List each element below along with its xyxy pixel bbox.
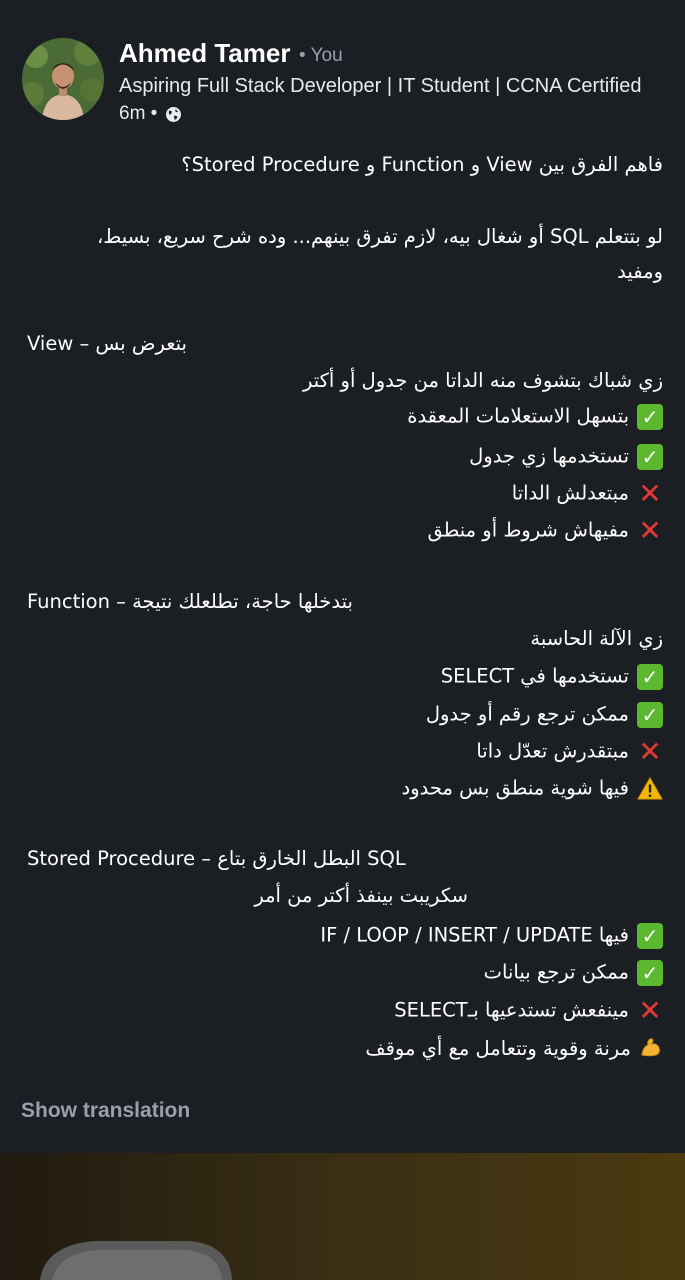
avatar-photo xyxy=(22,38,104,120)
cross-mark-icon: ✕ xyxy=(638,477,662,510)
function-item: ✓ممكن ترجع رقم أو جدول xyxy=(426,702,663,728)
cross-mark-icon: ✕ xyxy=(638,994,662,1027)
avatar[interactable] xyxy=(22,38,104,120)
author-headline: Aspiring Full Stack Developer | IT Stude… xyxy=(119,75,642,97)
procedure-description: سكريبت بينفذ أكتر من أمر xyxy=(254,884,468,907)
check-mark-icon: ✓ xyxy=(637,444,663,470)
post-media-image[interactable] xyxy=(0,1153,685,1280)
post-title: فاهم الفرق بين View و Function و Stored … xyxy=(181,153,663,176)
cross-mark-icon: ✕ xyxy=(638,735,662,768)
view-item: ✓بتسهل الاستعلامات المعقدة xyxy=(407,404,663,430)
procedure-item: ✓ممكن ترجع بيانات xyxy=(484,960,663,986)
show-translation-link[interactable]: Show translation xyxy=(21,1099,190,1123)
post-intro-line2: ومفيد xyxy=(617,260,663,283)
check-mark-icon: ✓ xyxy=(637,702,663,728)
cross-mark-icon: ✕ xyxy=(638,514,662,547)
post-intro-line1: لو بتتعلم SQL أو شغال بيه، لازم تفرق بين… xyxy=(96,225,663,248)
warning-icon xyxy=(637,776,663,802)
post-header: Ahmed Tamer • You Aspiring Full Stack De… xyxy=(0,0,685,140)
post-view: Ahmed Tamer • You Aspiring Full Stack De… xyxy=(0,0,685,1280)
procedure-item: ✓فيها IF / LOOP / INSERT / UPDATE xyxy=(320,923,663,949)
view-item: ✓تستخدمها زي جدول xyxy=(469,444,663,470)
check-mark-icon: ✓ xyxy=(637,664,663,690)
you-tag: • You xyxy=(299,45,343,66)
flexed-biceps-icon xyxy=(639,1035,663,1064)
view-description: زي شباك بتشوف منه الداتا من جدول أو أكتر xyxy=(302,369,663,392)
globe-icon xyxy=(165,106,182,123)
function-item: ✕مبتقدرش تعدّل داتا xyxy=(476,735,662,768)
media-thumbnail xyxy=(0,1153,685,1280)
function-item: ✓تستخدمها في SELECT xyxy=(441,664,663,690)
view-item: ✕مفيهاش شروط أو منطق xyxy=(427,514,662,547)
post-meta: 6m • xyxy=(119,103,182,125)
procedure-item: ✕مينفعش تستدعيها بـSELECT xyxy=(394,994,662,1027)
function-description: زي الآلة الحاسبة xyxy=(530,627,663,650)
author-name[interactable]: Ahmed Tamer xyxy=(119,38,290,69)
function-item: فيها شوية منطق بس محدود xyxy=(402,776,663,802)
check-mark-icon: ✓ xyxy=(637,923,663,949)
post-time: 6m • xyxy=(119,103,158,124)
view-item: ✕مبتعدلش الداتا xyxy=(511,477,662,510)
function-heading: Function – بتدخلها حاجة، تطلعلك نتيجة xyxy=(27,590,353,613)
check-mark-icon: ✓ xyxy=(637,404,663,430)
procedure-item: مرنة وقوية وتتعامل مع أي موقف xyxy=(365,1035,663,1064)
view-heading: View – بتعرض بس xyxy=(27,332,187,355)
check-mark-icon: ✓ xyxy=(637,960,663,986)
procedure-heading: Stored Procedure – البطل الخارق بتاع SQL xyxy=(27,847,406,870)
